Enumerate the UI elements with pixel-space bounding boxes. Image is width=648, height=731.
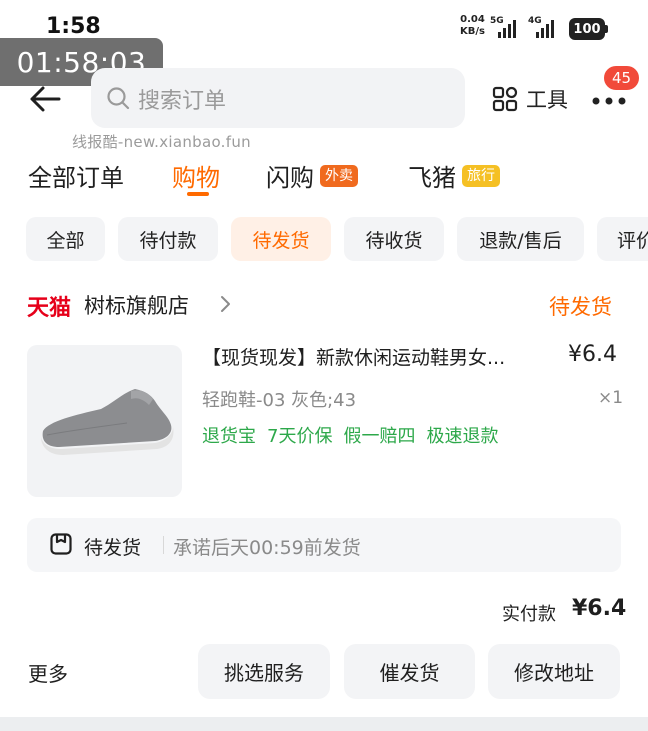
back-button[interactable] <box>28 82 62 116</box>
watermark: 线报酷-new.xianbao.fun <box>72 133 251 151</box>
service-tag: 假一赔四 <box>343 426 416 447</box>
store-name-link[interactable]: 树标旗舰店 <box>84 290 189 320</box>
tab-all-orders[interactable]: 全部订单 <box>28 158 124 193</box>
chip-review[interactable]: 评价 <box>597 217 648 261</box>
package-icon <box>49 532 73 556</box>
bottom-strip <box>0 717 648 731</box>
signal-5g-icon: 5G <box>490 16 526 38</box>
product-title[interactable]: 【现货现发】新款休闲运动鞋男女... <box>202 343 554 370</box>
modify-address-button[interactable]: 修改地址 <box>488 644 620 699</box>
service-tag: 退货宝 <box>202 426 256 447</box>
more-actions-link[interactable]: 更多 <box>28 658 68 687</box>
active-tab-indicator <box>187 192 209 196</box>
chip-pending-payment[interactable]: 待付款 <box>118 217 218 261</box>
grid-icon <box>492 86 518 112</box>
tab-fliggy[interactable]: 飞猪 旅行 <box>408 158 500 193</box>
tab-label: 飞猪 <box>408 164 456 192</box>
chip-refund-aftersale[interactable]: 退款/售后 <box>457 217 584 261</box>
product-price: ¥6.4 <box>568 342 617 367</box>
chevron-right-icon <box>220 294 232 314</box>
net-speed-value: 0.04 <box>460 14 485 25</box>
shipping-title: 待发货 <box>84 537 142 559</box>
battery-tip <box>605 25 608 33</box>
service-tag: 极速退款 <box>426 426 499 447</box>
tab-label: 闪购 <box>266 164 314 192</box>
signal-4g-icon: 4G <box>528 16 564 38</box>
more-dots-icon <box>592 97 626 105</box>
tools-label: 工具 <box>526 88 568 112</box>
paid-amount: ¥6.4 <box>572 596 627 621</box>
waimai-tag: 外卖 <box>320 164 358 187</box>
tab-label: 全部订单 <box>28 164 124 192</box>
net-speed-unit: KB/s <box>460 26 485 37</box>
tmall-logo: 天猫 <box>27 296 72 321</box>
select-service-button[interactable]: 挑选服务 <box>198 644 330 699</box>
search-icon <box>106 86 130 110</box>
paid-label: 实付款 <box>502 604 556 625</box>
lvxing-tag: 旅行 <box>462 164 500 187</box>
order-status: 待发货 <box>549 295 612 319</box>
tab-label: 购物 <box>172 164 220 192</box>
message-badge: 45 <box>602 64 642 92</box>
search-placeholder: 搜索订单 <box>138 89 227 114</box>
tab-flash-buy[interactable]: 闪购 外卖 <box>266 158 358 193</box>
product-image[interactable] <box>27 345 182 497</box>
product-spec: 轻跑鞋-03 灰色;43 <box>202 390 357 411</box>
tools-button[interactable]: 工具 <box>492 84 568 114</box>
battery-indicator: 100 <box>569 18 605 40</box>
service-tags: 退货宝 7天价保 假一赔四 极速退款 <box>202 422 498 448</box>
more-menu-button[interactable] <box>591 92 627 105</box>
net-speed: 0.04 KB/s <box>460 14 485 38</box>
urge-shipment-button[interactable]: 催发货 <box>344 644 475 699</box>
status-time: 1:58 <box>46 14 101 39</box>
service-tag: 7天价保 <box>267 426 333 447</box>
chip-pending-shipment[interactable]: 待发货 <box>231 217 331 261</box>
shipping-divider <box>163 536 164 554</box>
shipping-promise: 承诺后天00:59前发货 <box>173 537 361 559</box>
chip-all[interactable]: 全部 <box>26 217 105 261</box>
arrow-left-icon <box>30 86 61 112</box>
product-quantity: ×1 <box>598 388 624 408</box>
chip-pending-receipt[interactable]: 待收货 <box>344 217 444 261</box>
shoe-image <box>41 389 174 455</box>
tab-shopping[interactable]: 购物 <box>172 158 220 193</box>
